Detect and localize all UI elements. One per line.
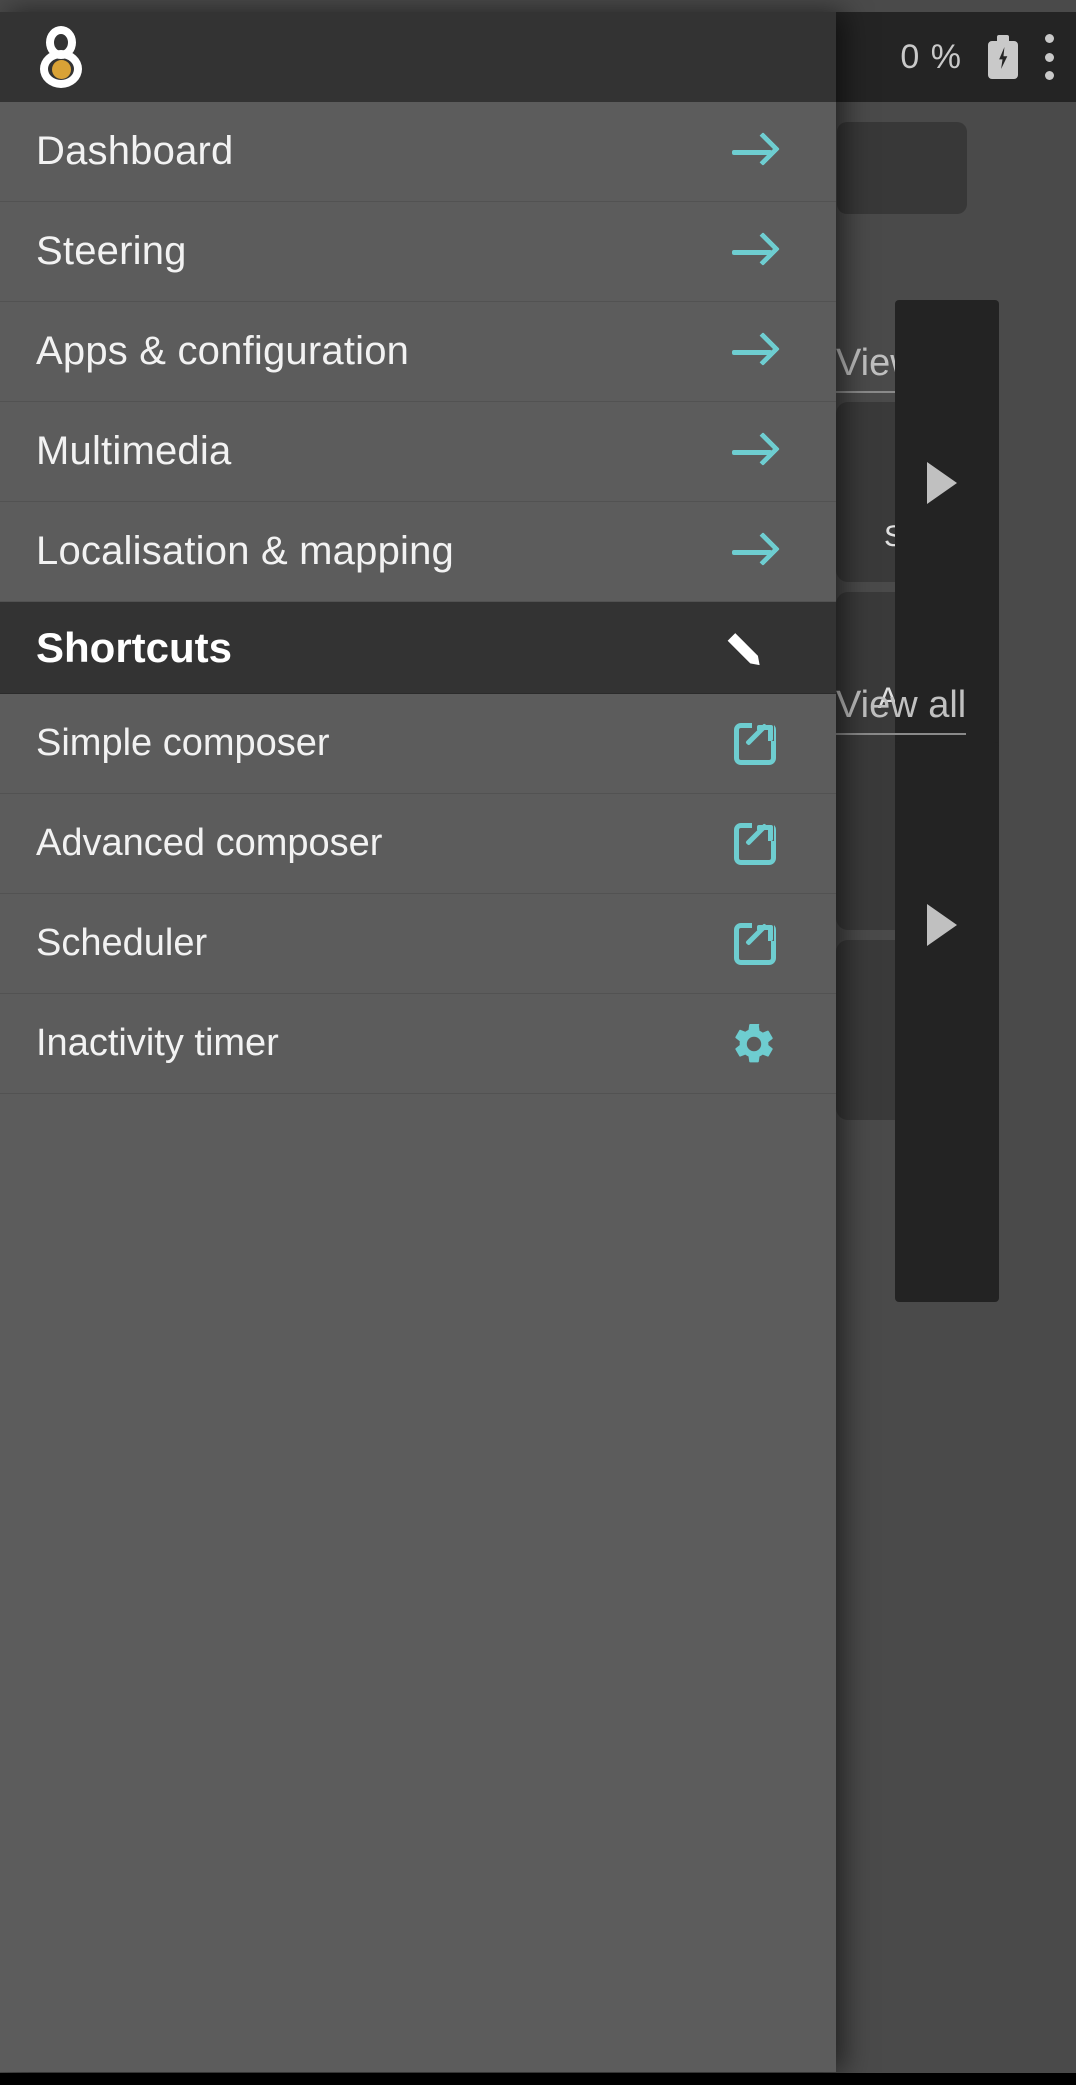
- gear-icon: [730, 1020, 778, 1068]
- battery-charging-icon: [988, 35, 1018, 79]
- play-arrow-icon-2[interactable]: [927, 904, 957, 946]
- nav-item-label: Dashboard: [36, 129, 234, 173]
- drawer-header: [0, 12, 836, 102]
- shortcuts-title: Shortcuts: [36, 623, 233, 671]
- navigation-drawer: Dashboard Steering Apps & configuration …: [0, 12, 836, 2072]
- background-card-top: [837, 122, 967, 214]
- shortcut-item-label: Simple composer: [36, 722, 330, 764]
- nav-item-apps-configuration[interactable]: Apps & configuration: [0, 302, 836, 402]
- view-all-link-bottom[interactable]: View all: [836, 684, 967, 735]
- shortcut-item-label: Inactivity timer: [36, 1022, 279, 1064]
- arrow-right-icon: [730, 328, 780, 376]
- shortcut-item-label: Scheduler: [36, 922, 208, 964]
- arrow-right-icon: [730, 128, 780, 176]
- shortcut-item-simple-composer[interactable]: Simple composer: [0, 694, 836, 794]
- bottom-edge-bar: [0, 2073, 1076, 2085]
- open-in-new-icon: [732, 720, 778, 767]
- open-in-new-icon: [732, 920, 778, 967]
- battery-percent-label: 0 %: [900, 37, 962, 76]
- more-vertical-icon[interactable]: [1044, 34, 1054, 80]
- arrow-right-icon: [730, 228, 780, 276]
- app-screen: 0 % View all S Ad View all: [0, 0, 1076, 2085]
- app-logo-icon: [36, 26, 88, 88]
- shortcut-item-label: Advanced composer: [36, 822, 383, 864]
- shortcut-item-scheduler[interactable]: Scheduler: [0, 894, 836, 994]
- open-in-new-icon: [732, 820, 778, 867]
- nav-item-localisation-mapping[interactable]: Localisation & mapping: [0, 502, 836, 602]
- nav-item-label: Steering: [36, 229, 187, 273]
- nav-item-label: Apps & configuration: [36, 329, 410, 373]
- play-arrow-icon-1[interactable]: [927, 462, 957, 504]
- nav-item-dashboard[interactable]: Dashboard: [0, 102, 836, 202]
- drawer-empty-space: [0, 1094, 836, 1694]
- shortcuts-section-header: Shortcuts: [0, 602, 836, 694]
- drawer-nav-list: Dashboard Steering Apps & configuration …: [0, 102, 836, 602]
- nav-item-label: Multimedia: [36, 429, 232, 473]
- background-overlay-panel-2: [895, 742, 999, 1302]
- nav-item-multimedia[interactable]: Multimedia: [0, 402, 836, 502]
- nav-item-label: Localisation & mapping: [36, 529, 454, 573]
- shortcuts-list: Simple composer Advanced composer Schedu…: [0, 694, 836, 1094]
- nav-item-steering[interactable]: Steering: [0, 202, 836, 302]
- shortcut-item-inactivity-timer[interactable]: Inactivity timer: [0, 994, 836, 1094]
- pencil-icon[interactable]: [732, 625, 778, 671]
- arrow-right-icon: [730, 428, 780, 476]
- shortcut-item-advanced-composer[interactable]: Advanced composer: [0, 794, 836, 894]
- arrow-right-icon: [730, 528, 780, 576]
